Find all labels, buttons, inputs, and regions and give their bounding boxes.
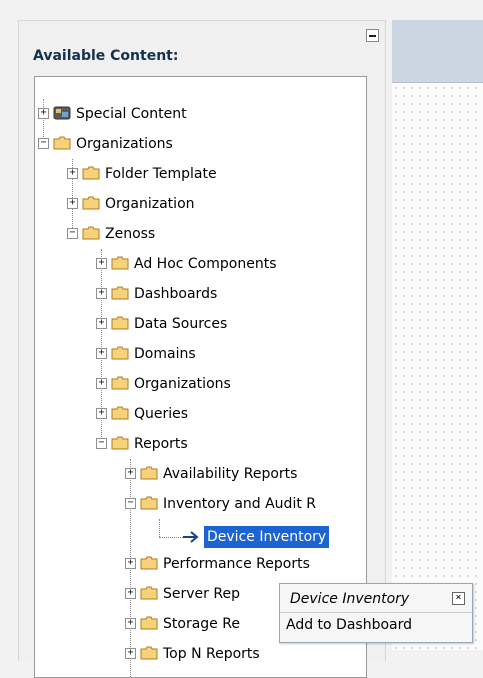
expand-icon[interactable]: + bbox=[125, 588, 136, 599]
tree-node-label: Ad Hoc Components bbox=[134, 256, 277, 272]
tree-node-label: Organizations bbox=[76, 136, 173, 152]
context-menu-title: Device Inventory bbox=[290, 591, 410, 607]
tree-node-label: Server Rep bbox=[163, 586, 240, 602]
tree-node-label-selected: Device Inventory bbox=[204, 526, 330, 548]
available-content-panel: Available Content: + Special Content − O… bbox=[18, 20, 386, 678]
divider bbox=[280, 612, 472, 613]
expand-icon[interactable]: + bbox=[96, 288, 107, 299]
expand-icon[interactable]: + bbox=[96, 258, 107, 269]
tree-connector bbox=[159, 519, 160, 537]
folder-icon bbox=[53, 136, 71, 150]
tree-node-label: Performance Reports bbox=[163, 556, 310, 572]
folder-icon bbox=[140, 466, 158, 480]
special-content-icon bbox=[53, 106, 71, 120]
folder-icon bbox=[111, 316, 129, 330]
folder-icon bbox=[82, 226, 100, 240]
expand-icon[interactable]: + bbox=[67, 198, 78, 209]
tree-node-label: Dashboards bbox=[134, 286, 218, 302]
folder-icon bbox=[111, 286, 129, 300]
tree-node-label: Queries bbox=[134, 406, 189, 422]
folder-icon bbox=[140, 646, 158, 660]
folder-icon bbox=[140, 496, 158, 510]
expand-icon[interactable]: + bbox=[96, 408, 107, 419]
add-to-dashboard-menu-item[interactable]: Add to Dashboard bbox=[286, 617, 412, 633]
tree-node-label: Special Content bbox=[76, 106, 187, 122]
tree-node-label: Organizations bbox=[134, 376, 231, 392]
folder-icon bbox=[111, 436, 129, 450]
tree-node-label: Storage Re bbox=[163, 616, 240, 632]
expand-icon[interactable]: + bbox=[67, 168, 78, 179]
folder-icon bbox=[111, 256, 129, 270]
tree-node-label: Zenoss bbox=[105, 226, 156, 242]
expand-icon[interactable]: + bbox=[125, 648, 136, 659]
tree-node-label: Organization bbox=[105, 196, 195, 212]
folder-icon bbox=[82, 196, 100, 210]
folder-icon bbox=[111, 406, 129, 420]
folder-icon bbox=[140, 586, 158, 600]
dashboard-header bbox=[392, 20, 483, 83]
expand-icon[interactable]: + bbox=[96, 318, 107, 329]
tree-node-label: Inventory and Audit R bbox=[163, 496, 317, 512]
expand-icon[interactable]: + bbox=[125, 618, 136, 629]
close-icon[interactable]: × bbox=[452, 592, 465, 605]
collapse-icon[interactable]: − bbox=[67, 228, 78, 239]
expand-icon[interactable]: + bbox=[38, 108, 49, 119]
folder-icon bbox=[140, 556, 158, 570]
expand-icon[interactable]: + bbox=[125, 558, 136, 569]
tree-node-label: Data Sources bbox=[134, 316, 228, 332]
tree-node-label: Domains bbox=[134, 346, 196, 362]
collapse-icon[interactable]: − bbox=[96, 438, 107, 449]
collapse-icon[interactable]: − bbox=[38, 138, 49, 149]
folder-icon bbox=[111, 376, 129, 390]
panel-title: Available Content: bbox=[33, 48, 179, 64]
tree-node-label: Top N Reports bbox=[163, 646, 260, 662]
folder-icon bbox=[140, 616, 158, 630]
expand-icon[interactable]: + bbox=[96, 348, 107, 359]
context-menu: Device Inventory × Add to Dashboard bbox=[279, 583, 473, 643]
collapse-icon[interactable]: − bbox=[125, 498, 136, 509]
arrow-right-icon bbox=[183, 531, 199, 543]
expand-icon[interactable]: + bbox=[96, 378, 107, 389]
tree-node-label: Reports bbox=[134, 436, 188, 452]
expand-icon[interactable]: + bbox=[125, 468, 136, 479]
tree-node-label: Availability Reports bbox=[163, 466, 298, 482]
folder-icon bbox=[82, 166, 100, 180]
tree-node-label: Folder Template bbox=[105, 166, 217, 182]
minus-icon[interactable] bbox=[366, 29, 379, 42]
dashboard-canvas[interactable] bbox=[392, 20, 483, 650]
folder-icon bbox=[111, 346, 129, 360]
